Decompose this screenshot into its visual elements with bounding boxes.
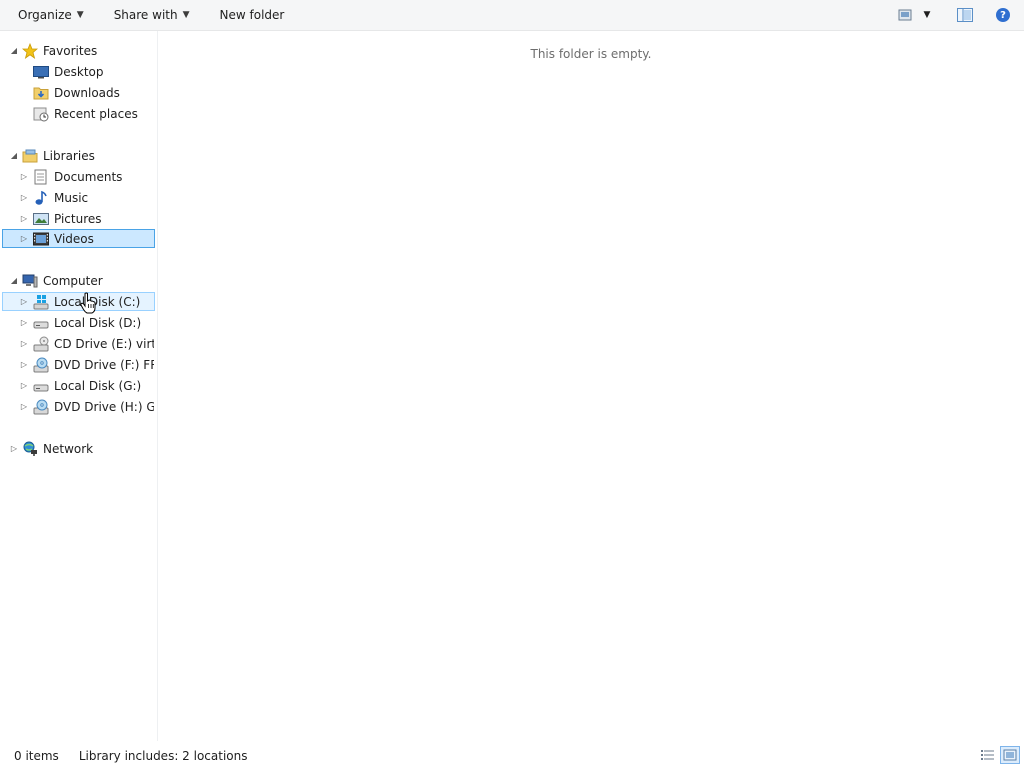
preview-pane-icon bbox=[957, 8, 973, 22]
nav-item-label: Recent places bbox=[54, 106, 138, 121]
cd-drive-icon bbox=[33, 336, 49, 352]
nav-item-videos[interactable]: ▷ Videos bbox=[2, 229, 155, 248]
hard-disk-icon bbox=[33, 315, 49, 331]
help-icon: ? bbox=[996, 8, 1010, 22]
large-icons-view-icon bbox=[1003, 749, 1017, 761]
collapse-arrow-icon[interactable]: ◢ bbox=[9, 276, 19, 286]
dvd-drive-icon bbox=[33, 399, 49, 415]
change-view-button[interactable] bbox=[896, 4, 916, 26]
nav-item-music[interactable]: ▷ Music bbox=[2, 188, 155, 207]
nav-item-label: Local Disk (D:) bbox=[54, 315, 142, 330]
nav-item-downloads[interactable]: Downloads bbox=[2, 83, 155, 102]
status-bar: 0 items Library includes: 2 locations bbox=[0, 744, 1024, 768]
nav-item-label: Desktop bbox=[54, 64, 104, 79]
details-view-button[interactable] bbox=[978, 746, 998, 764]
expand-arrow-icon[interactable]: ▷ bbox=[19, 339, 29, 349]
share-with-label: Share with bbox=[113, 8, 178, 22]
new-folder-button[interactable]: New folder bbox=[212, 0, 293, 30]
expand-arrow-icon[interactable]: ▷ bbox=[19, 297, 29, 307]
network-icon bbox=[22, 441, 38, 457]
nav-item-desktop[interactable]: Desktop bbox=[2, 62, 155, 81]
change-view-icon bbox=[898, 9, 912, 21]
library-info: Library includes: 2 locations bbox=[78, 749, 248, 763]
expand-arrow-icon[interactable]: ▷ bbox=[19, 381, 29, 391]
nav-item-cd-drive-e[interactable]: ▷ CD Drive (E:) virtio-win-0.1.1 bbox=[2, 334, 155, 353]
expand-arrow-icon[interactable]: ▷ bbox=[9, 444, 19, 454]
navigation-pane: ◢ Favorites Desktop Downloads Recent pla… bbox=[0, 31, 158, 741]
nav-network[interactable]: ▷ Network bbox=[0, 439, 153, 458]
expand-arrow-icon[interactable]: ▷ bbox=[19, 214, 29, 224]
help-button[interactable]: ? bbox=[990, 4, 1016, 26]
recent-places-icon bbox=[33, 106, 49, 122]
nav-item-label: DVD Drive (F:) FRMBEN bbox=[54, 357, 154, 372]
view-toggle-group bbox=[978, 746, 1020, 764]
nav-item-label: Downloads bbox=[54, 85, 120, 100]
nav-item-label: Videos bbox=[54, 231, 94, 246]
hard-disk-icon bbox=[33, 378, 49, 394]
nav-item-label: Pictures bbox=[54, 211, 102, 226]
chevron-down-icon: ▼ bbox=[923, 10, 931, 20]
details-view-icon bbox=[981, 750, 994, 760]
command-bar: Organize ▼ Share with ▼ New folder ▼ ? bbox=[0, 0, 1024, 31]
expand-arrow-icon[interactable]: ▷ bbox=[19, 234, 29, 244]
item-count: 0 items bbox=[14, 749, 59, 763]
nav-item-local-disk-c[interactable]: ▷ Local Disk (C:) bbox=[2, 292, 155, 311]
windows-disk-icon bbox=[33, 294, 49, 310]
dvd-drive-icon bbox=[33, 357, 49, 373]
nav-item-local-disk-d[interactable]: ▷ Local Disk (D:) bbox=[2, 313, 155, 332]
nav-item-label: Music bbox=[54, 190, 89, 205]
collapse-arrow-icon[interactable]: ◢ bbox=[9, 151, 19, 161]
nav-item-label: Local Disk (C:) bbox=[54, 294, 141, 309]
empty-folder-message: This folder is empty. bbox=[530, 47, 652, 61]
organize-label: Organize bbox=[18, 8, 72, 22]
nav-item-label: Documents bbox=[54, 169, 123, 184]
collapse-arrow-icon[interactable]: ◢ bbox=[9, 46, 19, 56]
libraries-icon bbox=[22, 148, 38, 164]
share-with-button[interactable]: Share with ▼ bbox=[106, 0, 198, 30]
chevron-down-icon: ▼ bbox=[76, 10, 84, 20]
nav-computer-label: Computer bbox=[43, 273, 103, 288]
nav-item-documents[interactable]: ▷ Documents bbox=[2, 167, 155, 186]
explorer-window: Organize ▼ Share with ▼ New folder ▼ ? ◢… bbox=[0, 0, 1024, 768]
documents-icon bbox=[33, 169, 49, 185]
view-options-dropdown[interactable]: ▼ bbox=[920, 4, 934, 26]
nav-favorites-label: Favorites bbox=[43, 43, 98, 58]
nav-item-pictures[interactable]: ▷ Pictures bbox=[2, 209, 155, 228]
expand-arrow-icon[interactable]: ▷ bbox=[19, 402, 29, 412]
organize-button[interactable]: Organize ▼ bbox=[10, 0, 92, 30]
chevron-down-icon: ▼ bbox=[182, 10, 190, 20]
nav-item-label: CD Drive (E:) virtio-win-0.1.1 bbox=[54, 336, 155, 351]
nav-item-local-disk-g[interactable]: ▷ Local Disk (G:) bbox=[2, 376, 155, 395]
hand-cursor-icon bbox=[80, 292, 96, 317]
nav-network-label: Network bbox=[43, 441, 94, 456]
nav-computer[interactable]: ◢ Computer bbox=[0, 271, 153, 290]
nav-item-label: DVD Drive (H:) GRMCEN bbox=[54, 399, 155, 414]
desktop-icon bbox=[33, 64, 49, 80]
expand-arrow-icon[interactable]: ▷ bbox=[19, 193, 29, 203]
star-icon bbox=[22, 42, 38, 59]
file-list-area[interactable]: This folder is empty. bbox=[158, 31, 1024, 741]
nav-item-label: Local Disk (G:) bbox=[54, 378, 142, 393]
nav-libraries[interactable]: ◢ Libraries bbox=[0, 146, 153, 165]
nav-item-recent-places[interactable]: Recent places bbox=[2, 104, 155, 123]
nav-item-dvd-drive-h[interactable]: ▷ DVD Drive (H:) GRMCEN bbox=[2, 397, 155, 416]
expand-arrow-icon[interactable]: ▷ bbox=[19, 360, 29, 370]
expand-arrow-icon[interactable]: ▷ bbox=[19, 172, 29, 182]
preview-pane-button[interactable] bbox=[952, 4, 978, 26]
music-icon bbox=[33, 190, 49, 206]
pictures-icon bbox=[33, 211, 49, 227]
expand-arrow-icon[interactable]: ▷ bbox=[19, 318, 29, 328]
new-folder-label: New folder bbox=[219, 8, 285, 22]
nav-libraries-label: Libraries bbox=[43, 148, 95, 163]
large-icons-view-button[interactable] bbox=[1000, 746, 1020, 764]
nav-item-dvd-drive-f[interactable]: ▷ DVD Drive (F:) FRMBEN bbox=[2, 355, 155, 374]
nav-favorites[interactable]: ◢ Favorites bbox=[0, 41, 153, 60]
computer-icon bbox=[22, 273, 38, 289]
videos-icon bbox=[33, 231, 49, 247]
downloads-icon bbox=[33, 85, 49, 101]
